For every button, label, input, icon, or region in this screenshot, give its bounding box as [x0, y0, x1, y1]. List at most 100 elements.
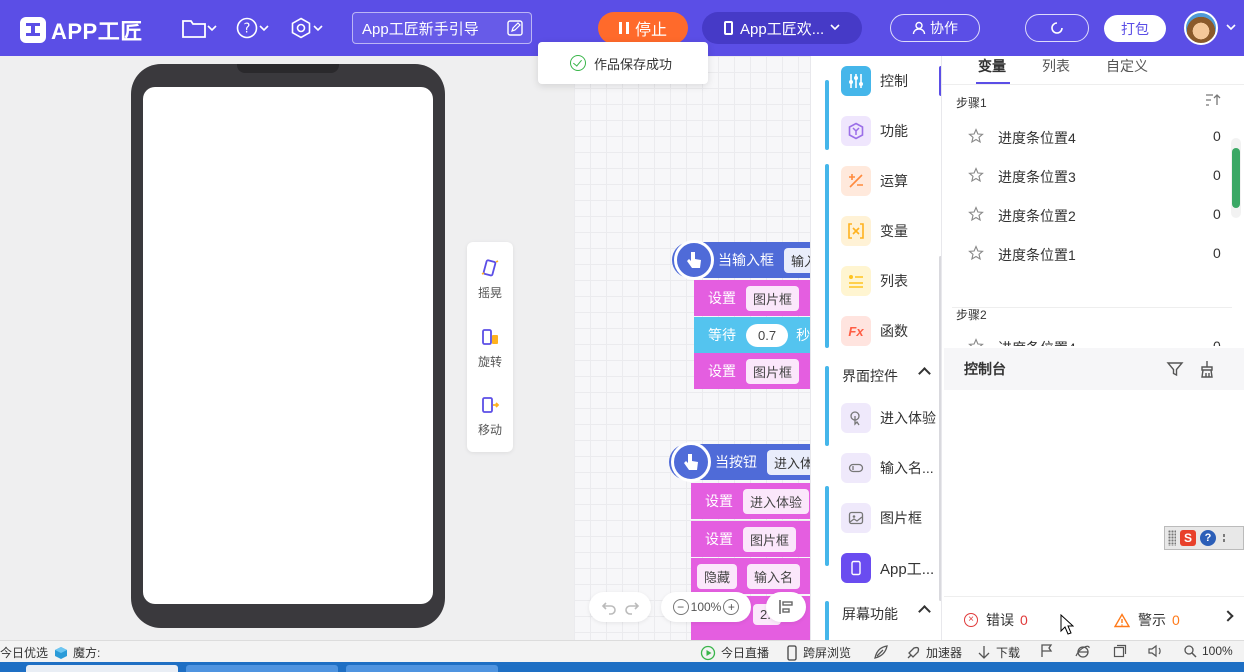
pack-button[interactable]: 打包 — [1104, 15, 1166, 42]
control-item-input[interactable]: 输入名... — [811, 443, 939, 493]
set-block[interactable]: 设置 图片框 — [691, 521, 810, 557]
variable-icon — [841, 216, 871, 246]
category-control[interactable]: 控制 — [811, 56, 939, 106]
avatar[interactable] — [1184, 11, 1218, 45]
tab-custom[interactable]: 自定义 — [1106, 56, 1148, 76]
variable-row[interactable]: 进度条位置4 0 — [942, 117, 1232, 156]
folder-menu[interactable] — [182, 16, 218, 40]
right-panel: 变量 列表 自定义 步骤1 进度条位置4 0 进度条位置3 0 进度条位置2 0… — [942, 56, 1244, 640]
status-item[interactable]: 跨屏浏览 — [786, 644, 851, 661]
taskbar-button[interactable] — [26, 665, 178, 672]
shake-tool[interactable]: 摇晃 — [467, 258, 513, 301]
event-block-button[interactable]: 当按钮 进入体 — [669, 442, 810, 482]
stop-label: 停止 — [634, 22, 667, 39]
set-block[interactable]: 设置 进入体验 — [691, 483, 810, 519]
block-canvas[interactable]: 当输入框 输入 设置 图片框 等待 0.7 秒 设置 图片框 当按钮 进入体 设… — [574, 56, 810, 640]
status-item[interactable] — [1148, 644, 1169, 658]
tab-lists[interactable]: 列表 — [1042, 56, 1070, 76]
collaborate-button[interactable]: 协作 — [890, 14, 980, 42]
logo-text: APP工匠 — [51, 19, 143, 44]
rotate-tool[interactable]: 旋转 — [467, 327, 513, 370]
stop-button[interactable]: 停止 — [598, 12, 688, 44]
set-block[interactable]: 设置 图片框 — [694, 280, 810, 316]
chevron-up-icon — [918, 605, 931, 618]
variable-row[interactable]: 进度条位置4 0 — [942, 327, 1232, 346]
variable-value: 0 — [1213, 338, 1221, 346]
phone-screen[interactable] — [143, 87, 433, 604]
gear-icon — [291, 17, 311, 39]
event-block-arg[interactable]: 输入 — [784, 247, 810, 273]
chevron-right-icon[interactable] — [1222, 610, 1234, 622]
category-fx[interactable]: Fx 函数 — [811, 306, 939, 356]
wait-block[interactable]: 等待 0.7 秒 — [694, 317, 810, 353]
app-logo[interactable]: APP工匠 — [20, 14, 143, 46]
sync-button[interactable] — [1025, 14, 1089, 42]
shake-label: 摇晃 — [477, 286, 502, 300]
status-item[interactable]: 100% — [1183, 644, 1233, 658]
screen-select[interactable]: App工匠欢... — [702, 12, 862, 44]
status-item[interactable]: 今日优选 — [0, 644, 48, 661]
zoom-out-icon[interactable]: − — [672, 599, 689, 615]
category-function[interactable]: 功能 — [811, 106, 939, 156]
event-block-arg[interactable]: 进入体 — [767, 449, 810, 475]
tab-variables[interactable]: 变量 — [978, 56, 1006, 76]
set-block-arg[interactable]: 图片框 — [746, 358, 800, 384]
taskbar-button[interactable] — [346, 665, 498, 672]
settings-menu[interactable] — [290, 16, 324, 40]
category-label: 功能 — [880, 123, 908, 139]
sogou-icon[interactable]: S — [1180, 530, 1196, 546]
variable-value: 0 — [1213, 128, 1221, 144]
variable-row[interactable]: 进度条位置2 0 — [942, 195, 1232, 234]
category-operator[interactable]: 运算 — [811, 156, 939, 206]
ui-controls-section[interactable]: 界面控件 — [825, 358, 939, 394]
control-item-enter[interactable]: 进入体验 — [811, 393, 939, 443]
hide-block[interactable]: 隐藏 输入名 — [691, 558, 810, 594]
set-block-arg[interactable]: 图片框 — [746, 285, 800, 311]
status-item[interactable] — [1075, 644, 1096, 660]
error-count[interactable]: × 错误 0 — [964, 610, 1028, 630]
status-item[interactable] — [1040, 644, 1059, 658]
ie-icon — [1075, 645, 1090, 658]
status-item[interactable] — [1113, 644, 1132, 658]
list-icon — [841, 266, 871, 296]
status-item[interactable]: 魔方: — [54, 644, 100, 661]
ime-toolbar[interactable]: S ? — [1164, 526, 1244, 550]
event-block-input[interactable]: 当输入框 输入 — [672, 240, 810, 280]
category-variable[interactable]: 变量 — [811, 206, 939, 256]
warning-number: 0 — [1172, 612, 1180, 628]
zoom-in-icon[interactable]: + — [723, 599, 740, 615]
hide-block-arg[interactable]: 输入名 — [747, 563, 801, 589]
pause-icon — [618, 22, 629, 34]
variable-row[interactable]: 进度条位置3 0 — [942, 156, 1232, 195]
move-label: 移动 — [477, 423, 502, 437]
help-icon[interactable]: ? — [1200, 530, 1216, 546]
redo-icon — [624, 602, 639, 615]
step-label: 步骤2 — [956, 308, 987, 322]
status-item[interactable] — [873, 644, 894, 660]
set-block-arg[interactable]: 进入体验 — [743, 488, 810, 514]
move-tool[interactable]: 移动 — [467, 395, 513, 438]
wait-seconds-input[interactable]: 0.7 — [746, 323, 789, 347]
project-name-field[interactable]: App工匠新手引导 — [352, 12, 532, 44]
partial-block[interactable] — [691, 632, 810, 640]
set-block[interactable]: 设置 图片框 — [694, 353, 810, 389]
status-item[interactable]: 今日直播 — [700, 644, 769, 661]
category-list[interactable]: 列表 — [811, 256, 939, 306]
variable-row[interactable]: 进度条位置1 0 — [942, 234, 1232, 273]
variable-scrollbar[interactable] — [1231, 138, 1241, 218]
control-item-screen[interactable]: App工... — [811, 543, 939, 593]
control-item-image[interactable]: 图片框 — [811, 493, 939, 543]
align-blocks-button[interactable] — [766, 592, 806, 622]
status-item[interactable]: 加速器 — [905, 644, 962, 661]
help-menu[interactable]: ? — [236, 16, 270, 40]
cube-icon — [55, 646, 67, 659]
status-item[interactable]: 下载 — [977, 644, 1020, 661]
taskbar-button[interactable] — [186, 665, 338, 672]
hide-block-action[interactable]: 隐藏 — [697, 563, 738, 589]
console-title: 控制台 — [964, 361, 1006, 377]
set-block-arg[interactable]: 图片框 — [743, 526, 797, 552]
chevron-down-icon — [313, 25, 323, 32]
screen-functions-section[interactable]: 屏幕功能 — [825, 596, 939, 632]
phone-notch — [237, 64, 339, 73]
warning-count[interactable]: 警示 0 — [1114, 610, 1180, 630]
